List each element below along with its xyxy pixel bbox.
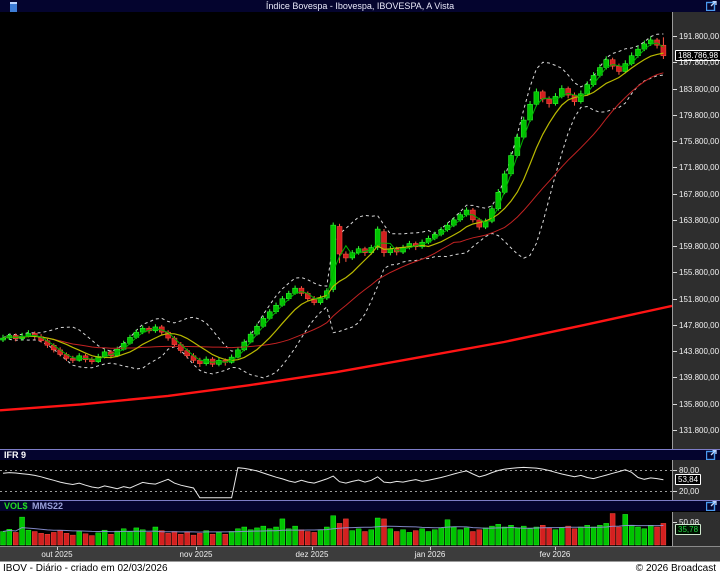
ifr-label: IFR 9 [4, 451, 26, 460]
month-label: dez 2025 [296, 550, 329, 559]
price-axis-label: 167.800,00 [679, 190, 719, 199]
price-axis-tick [673, 36, 677, 37]
vol-detach-icon[interactable] [706, 501, 717, 511]
price-axis-tick [673, 141, 677, 142]
price-axis-label: 183.800,00 [679, 85, 719, 94]
price-axis-tick [673, 430, 677, 431]
price-axis-tick [673, 351, 677, 352]
price-axis-label: 131.800,00 [679, 426, 719, 435]
price-axis-label: 159.800,00 [679, 242, 719, 251]
vol-mms22-label: MMS22 [32, 502, 63, 511]
price-axis-tick [673, 246, 677, 247]
ifr-axis[interactable]: 80,00 20,00 53,84 [672, 460, 720, 500]
main-price-chart-canvas[interactable] [0, 12, 672, 449]
month-label: jan 2026 [415, 550, 446, 559]
price-axis-tick [673, 220, 677, 221]
price-axis-label: 163.800,00 [679, 216, 719, 225]
price-axis-tick [673, 62, 677, 63]
time-axis[interactable]: out 2025 nov 2025 dez 2025 jan 2026 fev 2026 [0, 546, 720, 561]
price-axis-label: 179.800,00 [679, 111, 719, 120]
vol-value-tag: 35,78 [675, 524, 701, 535]
volume-panel-header: VOL$ MMS22 [0, 500, 720, 511]
status-chart-info: IBOV - Diário - criado em 02/03/2026 [3, 563, 168, 574]
ifr-panel-header: IFR 9 [0, 449, 720, 460]
price-axis-label: 191.800,00 [679, 32, 719, 41]
detach-window-icon[interactable] [706, 1, 717, 11]
status-copyright: © 2026 Broadcast [636, 563, 716, 574]
month-label: fev 2026 [540, 550, 571, 559]
title-bar: Índice Bovespa - Ibovespa, IBOVESPA, A V… [0, 0, 720, 12]
ifr-value-tag: 53,84 [675, 474, 701, 485]
price-axis-label: 135.800,00 [679, 400, 719, 409]
price-axis-tick [673, 404, 677, 405]
ifr-chart-canvas[interactable] [0, 460, 672, 500]
price-axis-tick [673, 299, 677, 300]
price-axis-tick [673, 115, 677, 116]
ifr-lower-label: 20,00 [679, 487, 699, 496]
price-axis-label: 139.800,00 [679, 373, 719, 382]
window-title: Índice Bovespa - Ibovespa, IBOVESPA, A V… [0, 1, 720, 11]
price-axis-tick [673, 89, 677, 90]
price-axis-tick [673, 377, 677, 378]
price-axis-tick [673, 272, 677, 273]
chart-application-window: Índice Bovespa - Ibovespa, IBOVESPA, A V… [0, 0, 720, 575]
month-label: nov 2025 [180, 550, 213, 559]
vol-label: VOL$ [4, 502, 28, 511]
price-axis[interactable]: 188.786,98 191.800,00187.800,00183.800,0… [672, 12, 720, 449]
price-axis-tick [673, 194, 677, 195]
volume-chart-canvas[interactable] [0, 512, 672, 546]
price-axis-label: 187.800,00 [679, 58, 719, 67]
price-axis-label: 147.800,00 [679, 321, 719, 330]
price-axis-tick [673, 325, 677, 326]
price-axis-label: 151.800,00 [679, 295, 719, 304]
volume-axis[interactable]: 50,08 35,78 [672, 512, 720, 546]
month-label: out 2025 [41, 550, 72, 559]
price-axis-label: 171.800,00 [679, 163, 719, 172]
price-axis-label: 143.800,00 [679, 347, 719, 356]
ifr-detach-icon[interactable] [706, 450, 717, 460]
price-axis-label: 155.800,00 [679, 268, 719, 277]
price-axis-tick [673, 167, 677, 168]
price-axis-label: 175.800,00 [679, 137, 719, 146]
status-bar: IBOV - Diário - criado em 02/03/2026 © 2… [0, 561, 720, 575]
